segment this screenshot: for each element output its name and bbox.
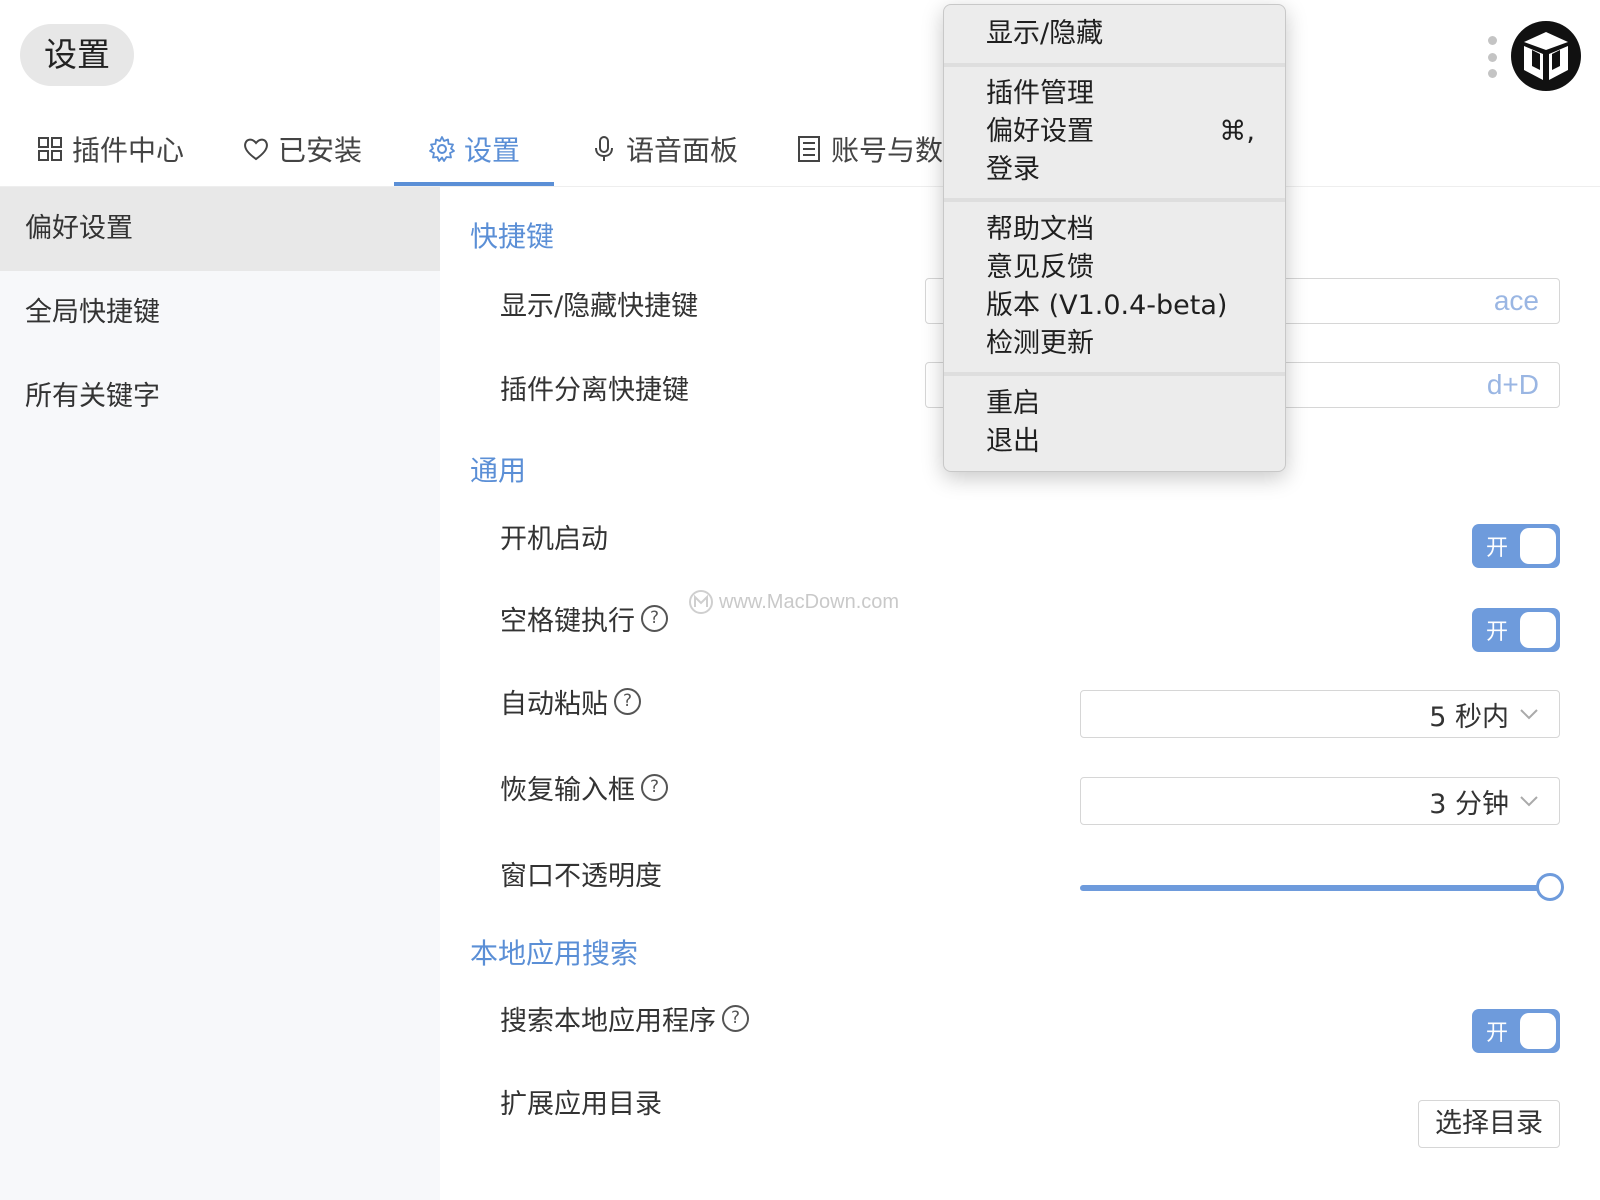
menu-item-check-update[interactable]: 检测更新 (986, 325, 1255, 363)
tab-label: 插件中心 (72, 134, 185, 167)
toggle-knob (1520, 528, 1556, 564)
menu-item-restart[interactable]: 重启 (986, 385, 1255, 423)
toggle-knob (1520, 1013, 1556, 1049)
watermark: www.MacDown.com (688, 589, 899, 615)
toggle-knob (1520, 612, 1556, 648)
opacity-slider-handle[interactable] (1536, 873, 1564, 901)
section-title-general: 通用 (470, 454, 527, 487)
space-exec-label: 空格键执行 ? (500, 599, 668, 638)
grid-icon (38, 137, 62, 161)
space-exec-toggle[interactable]: 开 (1472, 608, 1560, 652)
menu-item-feedback[interactable]: 意见反馈 (986, 249, 1255, 287)
app-logo-icon[interactable] (1510, 20, 1582, 92)
tab-label: 语音面板 (626, 134, 739, 167)
tab-label: 账号与数 (831, 134, 944, 167)
auto-paste-select[interactable]: 5 秒内 (1080, 690, 1560, 738)
tab-voice-panel[interactable]: 语音面板 (590, 112, 738, 186)
restore-input-label: 恢复输入框 ? (500, 768, 668, 807)
help-icon[interactable]: ? (641, 774, 668, 801)
auto-paste-label: 自动粘贴 ? (500, 682, 641, 721)
tab-account-data[interactable]: 账号与数 (795, 112, 943, 186)
chevron-down-icon (1520, 796, 1538, 807)
tab-installed[interactable]: 已安装 (242, 112, 362, 186)
menu-item-show-hide[interactable]: 显示/隐藏 (986, 15, 1255, 53)
menu-shortcut: ⌘, (1219, 116, 1255, 147)
tab-settings[interactable]: 设置 (428, 112, 520, 186)
tab-bar: 插件中心 已安装 设置 语音面板 账号与数 (0, 112, 1600, 186)
menu-item-version[interactable]: 版本 (V1.0.4-beta) (986, 287, 1255, 325)
menu-separator (944, 372, 1285, 376)
microphone-icon (595, 136, 613, 161)
help-icon[interactable]: ? (641, 605, 668, 632)
menu-separator (944, 63, 1285, 67)
select-value: 3 分钟 (1429, 788, 1509, 820)
detach-shortcut-label: 插件分离快捷键 (500, 375, 689, 406)
choose-directory-button[interactable]: 选择目录 (1418, 1100, 1560, 1148)
autostart-toggle[interactable]: 开 (1472, 524, 1560, 568)
show-hide-shortcut-label: 显示/隐藏快捷键 (500, 291, 699, 322)
id-card-icon (798, 136, 820, 162)
sidebar-item-global-shortcuts[interactable]: 全局快捷键 (0, 271, 440, 355)
restore-input-select[interactable]: 3 分钟 (1080, 777, 1560, 825)
opacity-label: 窗口不透明度 (500, 861, 662, 892)
search-apps-toggle[interactable]: 开 (1472, 1009, 1560, 1053)
toggle-state-label: 开 (1486, 1021, 1509, 1046)
help-icon[interactable]: ? (722, 1005, 749, 1032)
toggle-state-label: 开 (1486, 536, 1509, 561)
tab-label: 设置 (464, 134, 521, 167)
section-title-shortcuts: 快捷键 (470, 220, 555, 253)
toggle-state-label: 开 (1486, 620, 1509, 645)
sidebar-item-preferences[interactable]: 偏好设置 (0, 187, 440, 271)
menu-item-help-docs[interactable]: 帮助文档 (986, 211, 1255, 249)
tab-plugin-center[interactable]: 插件中心 (36, 112, 184, 186)
ext-dir-label: 扩展应用目录 (500, 1089, 662, 1120)
sidebar-item-all-keywords[interactable]: 所有关键字 (0, 355, 440, 439)
menu-item-login[interactable]: 登录 (986, 151, 1255, 189)
heart-icon (244, 138, 268, 161)
gear-icon (429, 136, 455, 162)
tab-label: 已安装 (278, 134, 363, 167)
context-menu: 显示/隐藏 插件管理 偏好设置 ⌘, 登录 帮助文档 意见反馈 版本 (V1.0… (943, 4, 1286, 472)
search-apps-label: 搜索本地应用程序 ? (500, 999, 749, 1038)
select-value: 5 秒内 (1429, 701, 1509, 733)
menu-item-quit[interactable]: 退出 (986, 423, 1255, 461)
chevron-down-icon (1520, 709, 1538, 720)
help-icon[interactable]: ? (614, 688, 641, 715)
opacity-slider-track[interactable] (1080, 885, 1550, 891)
autostart-label: 开机启动 (500, 524, 608, 555)
menu-item-preferences[interactable]: 偏好设置 ⌘, (986, 113, 1255, 151)
menu-item-plugin-manage[interactable]: 插件管理 (986, 75, 1255, 113)
menu-separator (944, 198, 1285, 202)
window-title: 设置 (20, 24, 134, 86)
section-title-local-search: 本地应用搜索 (470, 937, 639, 970)
sidebar: 偏好设置 全局快捷键 所有关键字 (0, 187, 440, 1200)
more-options-icon[interactable] (1485, 36, 1499, 78)
watermark-logo-icon (689, 590, 713, 614)
